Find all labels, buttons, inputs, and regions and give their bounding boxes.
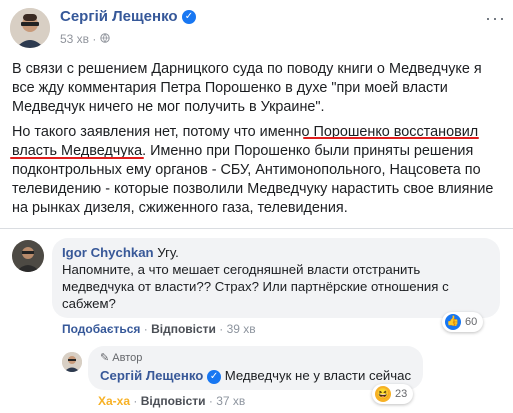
more-dots-icon[interactable]: ··· [485, 8, 506, 29]
reaction-count-badge[interactable]: 😆 23 [372, 384, 414, 404]
author-badge: ✎ Автор [100, 352, 143, 364]
reply-text: Медведчук не у власти сейчас [224, 368, 412, 383]
divider [0, 228, 513, 229]
reply-avatar[interactable] [62, 352, 82, 372]
like-count: 60 [465, 316, 478, 328]
comment-bubble: Igor Chychkan Угу. Напомните, а что меша… [52, 238, 500, 318]
comment-avatar[interactable] [12, 240, 44, 272]
like-count-badge[interactable]: 👍 60 [442, 312, 484, 332]
post-paragraph-1: В связи с решением Дарницкого суда по по… [12, 61, 482, 115]
haha-reaction-button[interactable]: Ха-ха [98, 394, 130, 408]
globe-icon [100, 32, 110, 46]
reply-actions: Ха-ха · Відповісти · 37 хв [98, 394, 246, 408]
red-underline [10, 157, 144, 159]
like-button[interactable]: Подобається [62, 322, 140, 336]
reply-button[interactable]: Відповісти [141, 394, 206, 408]
verified-icon: ✓ [182, 9, 196, 24]
post-meta: 53 хв · [60, 32, 110, 46]
comment-actions: Подобається · Відповісти · 39 хв [62, 322, 256, 336]
red-underline [303, 137, 479, 139]
reply-author[interactable]: Сергій Лещенко [100, 368, 203, 383]
post-header: Сергій Лещенко ✓ [60, 8, 196, 26]
post-body: В связи с решением Дарницкого суда по по… [12, 60, 504, 224]
comment-time[interactable]: 39 хв [227, 322, 256, 336]
reply-time[interactable]: 37 хв [216, 394, 245, 408]
post-author-avatar[interactable] [10, 8, 50, 48]
comment-author[interactable]: Igor Chychkan [62, 245, 154, 260]
reply-bubble: ✎ Автор Сергій Лещенко ✓ Медведчук не у … [88, 346, 424, 390]
comment-text: Напомните, а что мешает сегодняшней влас… [62, 262, 449, 311]
reaction-count: 23 [395, 388, 408, 400]
comment-inline-text: Угу. [157, 245, 179, 260]
author-badge-icon: ✎ [100, 352, 110, 364]
verified-icon: ✓ [207, 369, 222, 384]
post-time[interactable]: 53 хв [60, 32, 89, 46]
haha-icon: 😆 [375, 386, 391, 402]
reply-button[interactable]: Відповісти [151, 322, 216, 336]
post-author-name[interactable]: Сергій Лещенко [60, 8, 178, 25]
like-icon: 👍 [445, 314, 461, 330]
